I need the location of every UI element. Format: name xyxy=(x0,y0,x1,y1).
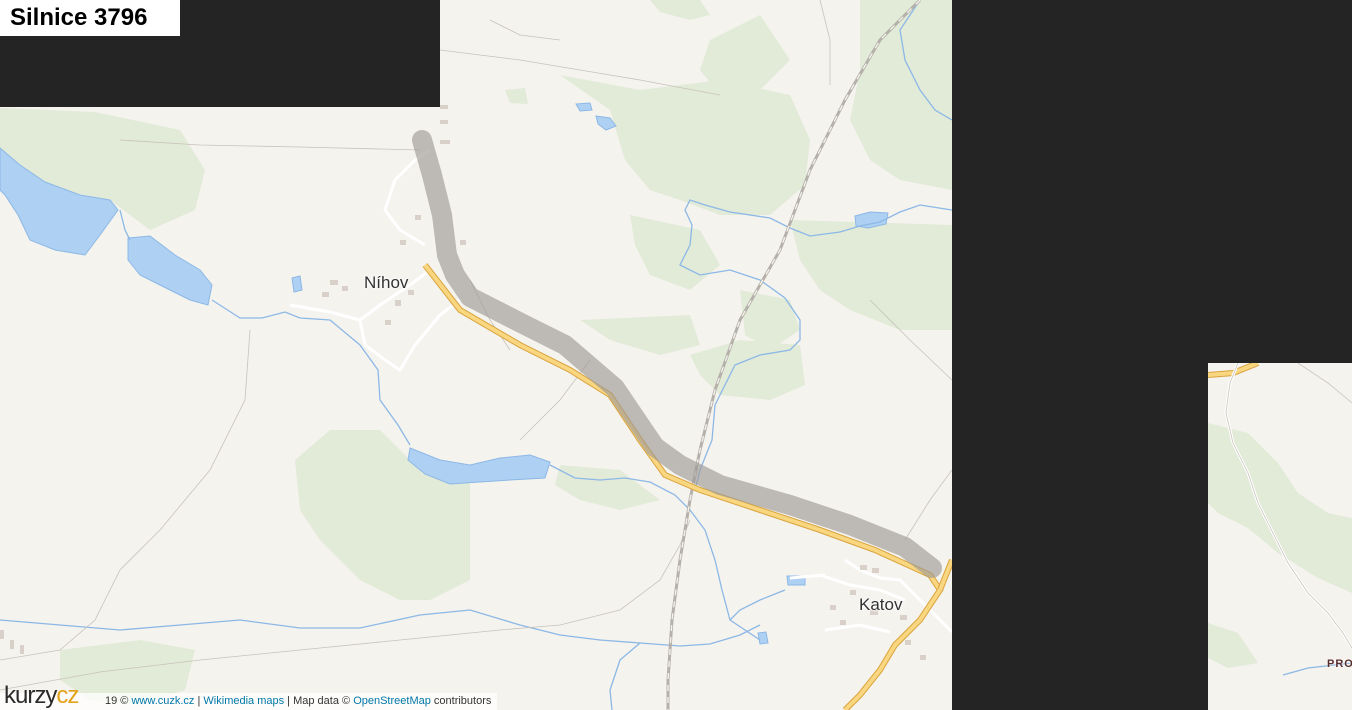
logo-text-main: kurzy xyxy=(4,682,57,709)
place-label-katov: Katov xyxy=(859,595,903,614)
map-data-text: | Map data © xyxy=(287,695,351,707)
place-label-nihov: Níhov xyxy=(364,273,409,292)
page-title: Silnice 3796 xyxy=(0,0,180,36)
attribution-prefix: 19 © xyxy=(105,695,129,707)
wikimedia-maps-link[interactable]: Wikimedia maps xyxy=(203,695,284,707)
cuzk-link[interactable]: www.cuzk.cz xyxy=(131,695,194,707)
kurzy-logo[interactable]: kurzycz xyxy=(4,682,79,709)
place-label-pro: PRO xyxy=(1327,658,1352,670)
map-tile-right[interactable]: PRO xyxy=(1208,363,1352,710)
attribution-separator: | xyxy=(197,695,201,707)
logo-text-accent: cz xyxy=(56,682,79,709)
contributors-text: contributors xyxy=(433,695,492,707)
openstreetmap-link[interactable]: OpenStreetMap xyxy=(353,695,431,707)
